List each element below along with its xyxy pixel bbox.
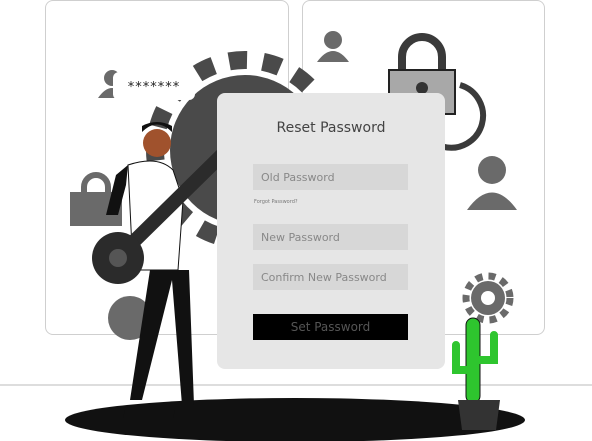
gear-icon-small — [462, 272, 514, 324]
confirm-password-input[interactable] — [253, 264, 408, 290]
password-bubble: ******* — [113, 72, 195, 100]
cactus-icon — [452, 317, 500, 430]
old-password-input[interactable] — [253, 164, 408, 190]
forgot-password-link[interactable]: Forgot Password? — [254, 199, 298, 205]
new-password-input[interactable] — [253, 224, 408, 250]
floor-shadow — [65, 398, 525, 441]
reset-password-card: Reset Password Forgot Password? Set Pass… — [217, 93, 445, 369]
set-password-button[interactable]: Set Password — [253, 314, 408, 340]
card-title: Reset Password — [276, 120, 386, 136]
